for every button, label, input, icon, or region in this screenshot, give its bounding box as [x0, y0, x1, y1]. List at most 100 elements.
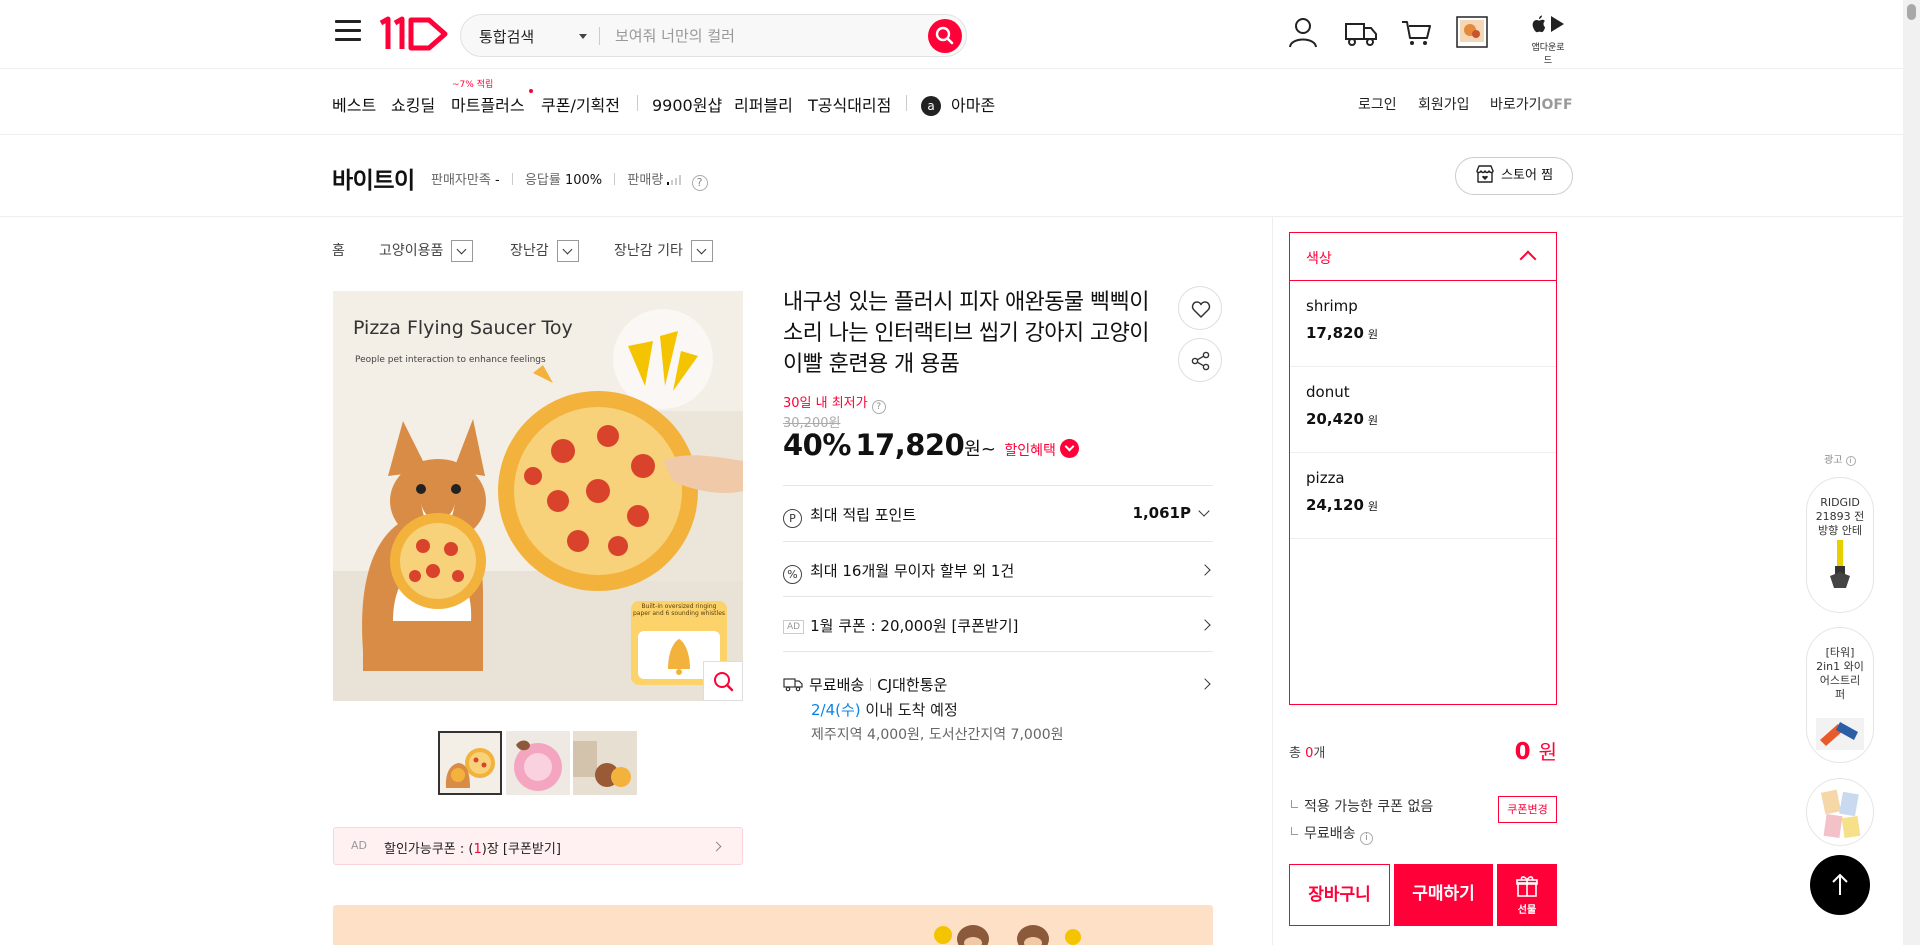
- breadcrumb-label: 고양이용품: [379, 243, 444, 259]
- total-count: 총 0개: [1289, 742, 1325, 761]
- chevron-down-icon[interactable]: [556, 240, 579, 262]
- nav-item-mart-plus[interactable]: 마트플러스: [451, 92, 525, 116]
- zoom-button[interactable]: [703, 661, 743, 701]
- option-name: donut: [1306, 383, 1350, 401]
- divider: [783, 485, 1213, 486]
- cart-icon[interactable]: [1400, 16, 1432, 52]
- chevron-right-icon: [1199, 564, 1211, 576]
- free-shipping-note: 무료배송 i: [1291, 823, 1373, 845]
- divider: [637, 95, 638, 111]
- nav-item-9900-shop[interactable]: 9900원샵: [652, 92, 722, 116]
- my-account-icon[interactable]: [1288, 16, 1318, 52]
- breadcrumb-item[interactable]: 고양이용품: [379, 240, 474, 262]
- installment-text: 최대 16개월 무이자 할부 외 1건: [810, 562, 1015, 580]
- nav-item-amazon[interactable]: a 아마존: [921, 92, 995, 116]
- delivery-row[interactable]: 무료배송 CJ대한통운 2/4(수) 이내 도착 예정 제주지역 4,000원, …: [783, 674, 1213, 754]
- heart-icon: [1191, 301, 1211, 318]
- chevron-down-icon[interactable]: [690, 240, 713, 262]
- option-selector: 색상 shrimp 17,820 원 donut 20,420 원 pizza 24…: [1289, 232, 1557, 705]
- chevron-down-icon[interactable]: [579, 34, 587, 39]
- app-download-label: 앱다운로드: [1531, 43, 1565, 66]
- help-icon[interactable]: ?: [691, 175, 708, 191]
- ad-card[interactable]: [타워] 2in1 와이어스트리퍼: [1806, 627, 1874, 763]
- chevron-up-icon[interactable]: [1519, 250, 1537, 268]
- nav-item-coupon[interactable]: 쿠폰/기획전: [541, 92, 620, 116]
- recent-viewed-thumbnail[interactable]: [1456, 16, 1488, 52]
- chevron-down-icon[interactable]: [451, 240, 474, 262]
- info-icon[interactable]: i: [1845, 456, 1856, 466]
- share-icon: [1191, 351, 1210, 371]
- discount-coupon-bar[interactable]: AD 할인가능쿠폰 : (1)장 [쿠폰받기]: [333, 827, 743, 865]
- search-button[interactable]: [928, 19, 962, 53]
- shortcut-state: OFF: [1541, 97, 1573, 113]
- search-category-select[interactable]: 통합검색: [479, 26, 534, 47]
- store-follow-label: 스토어 찜: [1501, 168, 1554, 183]
- product-thumbnail[interactable]: [573, 731, 637, 795]
- chevron-down-circle-icon[interactable]: [1059, 439, 1079, 458]
- response-label: 응답률: [524, 173, 561, 188]
- buy-now-button[interactable]: 구매하기: [1394, 864, 1493, 926]
- option-price-unit: 원: [1367, 328, 1379, 341]
- info-icon[interactable]: i: [1359, 832, 1373, 845]
- nav-item-amazon-label: 아마존: [951, 96, 996, 115]
- delivery-eta-text: 이내 도착 예정: [860, 701, 958, 719]
- promo-banner[interactable]: [333, 905, 1213, 945]
- option-header[interactable]: 색상: [1290, 233, 1556, 281]
- points-row[interactable]: P 최대 적립 포인트 1,061P: [783, 504, 1213, 528]
- delivery-eta: 2/4(수) 이내 도착 예정: [811, 699, 958, 720]
- truck-icon: [783, 678, 803, 692]
- coupon-bar-count: 1: [473, 842, 482, 857]
- gift-button[interactable]: 선물: [1497, 864, 1557, 926]
- site-logo[interactable]: [377, 15, 449, 57]
- option-item[interactable]: donut 20,420 원: [1290, 367, 1556, 453]
- ad-product-image: [1816, 718, 1864, 750]
- store-follow-button[interactable]: 스토어 찜: [1455, 157, 1573, 195]
- delivery-truck-icon[interactable]: [1344, 16, 1378, 52]
- mart-badge: ~7% 적립: [452, 80, 494, 90]
- add-to-cart-button[interactable]: 장바구니: [1289, 864, 1390, 926]
- page-scrollbar[interactable]: [1903, 0, 1920, 945]
- option-item[interactable]: pizza 24,120 원: [1290, 453, 1556, 539]
- gift-label: 선물: [1517, 905, 1537, 916]
- discount-benefit-link[interactable]: 할인혜택: [1004, 443, 1056, 459]
- search-input[interactable]: [615, 24, 915, 48]
- product-main-image[interactable]: Pizza Flying Saucer Toy People pet inter…: [333, 291, 743, 701]
- price-value: 17,820: [855, 428, 965, 462]
- coupon-change-button[interactable]: 쿠폰변경: [1498, 796, 1557, 823]
- nav-item-shocking-deal[interactable]: 쇼킹딜: [391, 92, 435, 116]
- breadcrumb-label: 장난감: [510, 243, 549, 259]
- gift-icon: [1516, 876, 1538, 897]
- scroll-to-top-button[interactable]: [1810, 855, 1870, 915]
- scrollbar-thumb[interactable]: [1907, 4, 1916, 20]
- chevron-right-icon: [711, 841, 722, 852]
- help-icon[interactable]: ?: [871, 400, 886, 414]
- monthly-coupon-row[interactable]: AD 1월 쿠폰 : 20,000원 [쿠폰받기]: [783, 615, 1213, 636]
- signup-link[interactable]: 회원가입: [1418, 94, 1470, 114]
- nav-item-refurbly[interactable]: 리퍼블리: [734, 92, 793, 116]
- breadcrumb-item[interactable]: 장난감 기타: [614, 240, 713, 262]
- breadcrumb-item[interactable]: 장난감: [510, 240, 579, 262]
- ad-card[interactable]: RIDGID 21893 전방향 안테: [1806, 477, 1874, 613]
- nav-item-t-official[interactable]: T공식대리점: [808, 92, 891, 116]
- product-thumbnail[interactable]: [438, 731, 502, 795]
- lowest-price-label: 30일 내 최저가 ?: [783, 392, 886, 414]
- option-price: 20,420 원: [1306, 410, 1540, 428]
- installment-row[interactable]: % 최대 16개월 무이자 할부 외 1건: [783, 560, 1213, 584]
- breadcrumb-home[interactable]: 홈: [332, 240, 345, 260]
- thumbnail-image: [440, 733, 500, 793]
- app-download[interactable]: 앱다운로드: [1528, 14, 1568, 66]
- option-item[interactable]: shrimp 17,820 원: [1290, 281, 1556, 367]
- wishlist-button[interactable]: [1178, 286, 1222, 330]
- shortcut-toggle[interactable]: 바로가기OFF: [1490, 94, 1573, 114]
- menu-icon[interactable]: [335, 20, 361, 44]
- chevron-right-icon: [1199, 619, 1211, 631]
- seller-name[interactable]: 바이트이: [332, 161, 415, 195]
- nav-item-best[interactable]: 베스트: [332, 92, 376, 116]
- ad-card[interactable]: [1806, 778, 1874, 846]
- product-thumbnail[interactable]: [506, 731, 570, 795]
- option-price-value: 20,420: [1306, 410, 1364, 428]
- satisfaction-value: -: [494, 173, 500, 188]
- login-link[interactable]: 로그인: [1358, 94, 1397, 114]
- delivery-date: 2/4(수): [811, 701, 861, 719]
- share-button[interactable]: [1178, 338, 1222, 382]
